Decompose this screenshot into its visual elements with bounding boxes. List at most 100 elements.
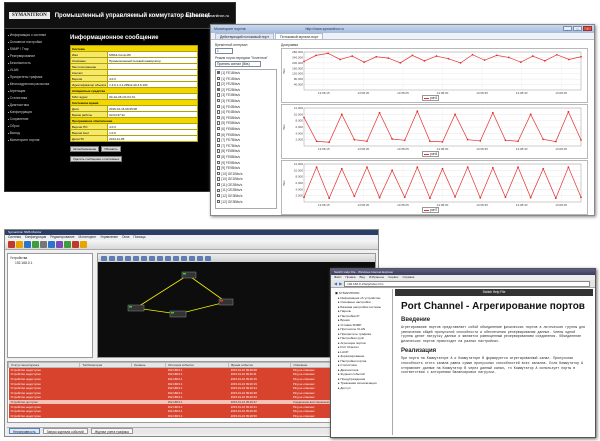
checkbox[interactable] [217,160,221,164]
checkbox[interactable] [217,149,221,153]
sidebar-item[interactable]: Сохранение [8,116,58,123]
checkbox[interactable] [217,194,221,198]
tree-device[interactable]: 192.168.0.1 [10,261,90,266]
checkbox[interactable] [217,76,221,81]
print-icon[interactable] [149,255,155,261]
status-tab[interactable]: Журнал учета трафика [90,428,133,434]
checkbox[interactable] [217,115,221,120]
checkbox[interactable] [217,71,221,75]
nav-tree-item[interactable]: ▸ Доступ [335,386,390,391]
tab-multi-port[interactable]: Потоковый мульти-порт [274,33,324,39]
close-icon[interactable]: × [583,26,592,31]
stop-icon[interactable] [8,241,15,248]
checkbox[interactable] [217,121,221,125]
menu-item[interactable]: Избранное [369,275,384,280]
checkbox[interactable] [217,87,221,92]
checkbox[interactable] [217,171,221,176]
clear-log-button[interactable]: Удалить сообщения о системных [70,156,123,162]
filter-icon[interactable] [189,255,195,261]
connect-icon[interactable] [24,241,31,248]
status-tab[interactable]: Неисправность [9,428,40,434]
find-icon[interactable] [181,255,187,261]
sidebar-item[interactable]: Диагностика [8,102,58,109]
export-icon[interactable] [64,241,71,248]
status-tab[interactable]: Запуск журнала событий [42,428,88,434]
checkbox[interactable] [217,154,221,159]
menu-item[interactable]: Конфигурация [25,235,46,240]
checkbox[interactable] [217,99,221,103]
delete-icon[interactable] [72,241,79,248]
sidebar-item[interactable]: Статистика [8,95,58,102]
menu-item[interactable]: Помощь [133,235,145,240]
menu-item[interactable]: Мониторинг [79,235,97,240]
sidebar-item[interactable]: Безопасность [8,60,58,67]
zoom-in-icon[interactable] [101,255,107,261]
checkbox[interactable] [217,182,221,187]
sidebar-item[interactable]: VLAN [8,67,58,74]
start-icon[interactable] [32,241,39,248]
minimize-icon[interactable]: _ [563,26,572,31]
tab-current-port[interactable]: Действующий потоковый порт [215,33,274,39]
checkbox[interactable] [217,126,221,131]
sidebar-item[interactable]: Приоритеты трафика [8,74,58,81]
checkbox[interactable] [217,199,221,204]
port-checkbox-item[interactable]: [12] GE3Bits/s [217,200,275,206]
checkbox[interactable] [217,110,221,114]
sidebar-item[interactable]: Резервирование [8,53,58,60]
menu-item[interactable]: Файл [334,275,341,280]
settings-icon[interactable] [40,241,47,248]
refresh-button[interactable]: Обновить [101,146,121,152]
refresh-icon[interactable] [48,241,55,248]
menu-item[interactable]: Окна [122,235,129,240]
menu-item[interactable]: Правка [345,275,355,280]
sidebar-item[interactable]: Выход [8,130,58,137]
menu-item[interactable]: Вид [360,275,365,280]
folder-icon[interactable] [80,241,87,248]
checkbox[interactable] [217,138,221,142]
switch-url[interactable]: http://www.symanitron.ru [185,13,229,18]
checkbox[interactable] [217,82,221,86]
checkbox[interactable] [217,188,221,192]
sidebar-item[interactable]: Информация о системе [8,32,58,39]
checkbox[interactable] [217,143,221,148]
maximize-icon[interactable]: □ [573,26,582,31]
checkbox[interactable] [217,166,221,170]
menu-item[interactable]: Управление [100,235,118,240]
forward-icon[interactable]: ▶ [339,281,342,286]
layout-icon[interactable] [141,255,147,261]
zoom-out-icon[interactable] [109,255,115,261]
pan-icon[interactable] [117,255,123,261]
interval-select[interactable]: 1 [215,48,233,54]
back-icon[interactable]: ◀ [334,281,337,286]
switch-node[interactable] [181,271,197,279]
lock-icon[interactable] [205,255,211,261]
menu-item[interactable]: Редактирование [50,235,74,240]
sidebar-item[interactable]: Агрегация [8,88,58,95]
checkbox[interactable] [217,104,221,108]
switch-node[interactable] [218,298,234,306]
checkbox[interactable] [217,93,221,97]
menu-item[interactable]: Сервис [388,275,398,280]
switch-node[interactable] [169,310,187,318]
sidebar-item[interactable]: Сброс [8,123,58,130]
report-icon[interactable] [56,241,63,248]
sidebar-item[interactable]: Конфигурация [8,109,58,116]
sidebar-item[interactable]: Основные настройки [8,39,58,46]
switch-node[interactable] [127,304,145,312]
sidebar-item[interactable]: Мониторинг портов [8,137,58,144]
link-icon[interactable] [133,255,139,261]
sidebar-item[interactable]: SNMP / Trap [8,46,58,53]
select-icon[interactable] [125,255,131,261]
sidebar-item[interactable]: Многоадресная рассылка [8,81,58,88]
alarm-icon[interactable] [197,255,203,261]
checkbox[interactable] [217,177,221,181]
menu-item[interactable]: Справка [402,275,414,280]
address-field[interactable]: 192.168.0.1/help/index.htm [344,280,590,287]
warning-icon[interactable] [16,241,23,248]
mode-select[interactable]: Принять сигнал (Bits) [215,61,261,67]
save-icon[interactable] [157,255,163,261]
grid-icon[interactable] [165,255,171,261]
fit-icon[interactable] [173,255,179,261]
table-row[interactable]: Устройство недоступно 192.168.0.1 2015-01-… [8,413,375,419]
checkbox[interactable] [217,132,221,136]
